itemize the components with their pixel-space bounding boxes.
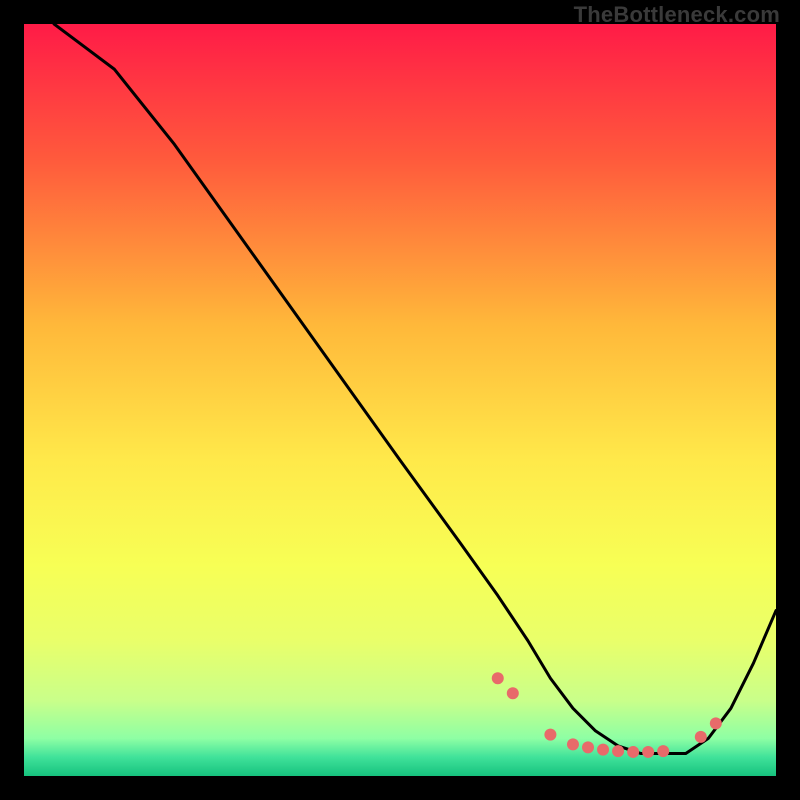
chart-svg: [24, 24, 776, 776]
marker-dot: [657, 745, 669, 757]
marker-dot: [567, 738, 579, 750]
marker-dot: [544, 729, 556, 741]
plot-area: [24, 24, 776, 776]
marker-dot: [582, 741, 594, 753]
marker-dot: [710, 717, 722, 729]
marker-dot: [597, 744, 609, 756]
marker-dot: [492, 672, 504, 684]
marker-dot: [507, 687, 519, 699]
marker-dot: [695, 731, 707, 743]
chart-frame: TheBottleneck.com: [0, 0, 800, 800]
gradient-background: [24, 24, 776, 776]
marker-dot: [612, 745, 624, 757]
marker-dot: [627, 746, 639, 758]
marker-dot: [642, 746, 654, 758]
